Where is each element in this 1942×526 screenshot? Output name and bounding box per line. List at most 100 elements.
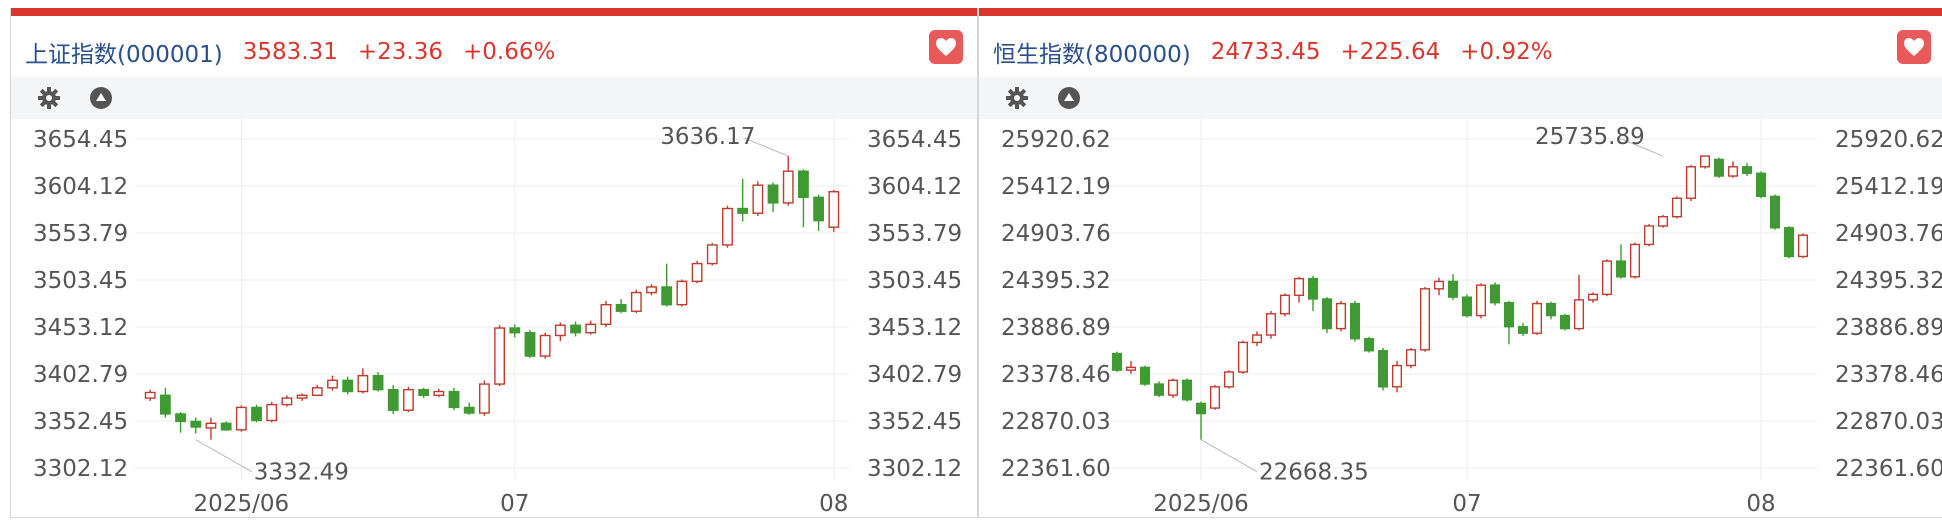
- candle[interactable]: [311, 385, 323, 397]
- candle[interactable]: [1251, 331, 1263, 347]
- candle[interactable]: [1559, 313, 1571, 331]
- candle[interactable]: [266, 401, 278, 423]
- candle[interactable]: [1755, 171, 1767, 199]
- candle[interactable]: [782, 156, 794, 206]
- candle[interactable]: [1587, 292, 1599, 303]
- candle[interactable]: [1265, 310, 1277, 339]
- candle[interactable]: [1223, 370, 1235, 389]
- candle[interactable]: [1349, 300, 1361, 342]
- candle[interactable]: [1517, 323, 1529, 336]
- candle[interactable]: [1125, 360, 1137, 374]
- candle[interactable]: [1391, 360, 1403, 393]
- candle[interactable]: [1447, 274, 1459, 300]
- candle[interactable]: [524, 329, 536, 358]
- candle[interactable]: [1377, 347, 1389, 391]
- candle[interactable]: [646, 284, 657, 296]
- candle[interactable]: [767, 182, 779, 213]
- candle[interactable]: [296, 393, 308, 401]
- candle[interactable]: [1307, 275, 1319, 311]
- candle[interactable]: [1573, 274, 1585, 331]
- candle[interactable]: [1181, 378, 1193, 402]
- candle[interactable]: [1615, 244, 1627, 279]
- candle[interactable]: [220, 421, 232, 431]
- candle[interactable]: [433, 388, 445, 398]
- candle[interactable]: [798, 169, 809, 228]
- candle[interactable]: [1461, 294, 1473, 318]
- candle[interactable]: [387, 385, 399, 414]
- candle[interactable]: [418, 387, 430, 399]
- candle[interactable]: [1419, 286, 1431, 352]
- index-name[interactable]: 上证指数(000001): [25, 35, 223, 69]
- candlestick-chart[interactable]: 3654.45 3654.45 3604.12 3604.12 3553.79 3553.…: [11, 119, 977, 517]
- candle[interactable]: [1475, 283, 1487, 319]
- candle[interactable]: [600, 300, 612, 328]
- candle[interactable]: [1797, 233, 1809, 259]
- candle[interactable]: [509, 324, 521, 338]
- candle[interactable]: [448, 387, 460, 411]
- candle[interactable]: [251, 404, 262, 423]
- candle[interactable]: [1489, 282, 1501, 306]
- candle[interactable]: [327, 375, 338, 391]
- candle[interactable]: [1321, 297, 1333, 334]
- candle[interactable]: [372, 371, 384, 392]
- candle[interactable]: [190, 417, 202, 434]
- candle[interactable]: [737, 178, 749, 222]
- candle[interactable]: [478, 380, 490, 416]
- candle[interactable]: [159, 387, 171, 418]
- candle[interactable]: [585, 320, 597, 335]
- candle[interactable]: [554, 322, 566, 342]
- candle[interactable]: [357, 368, 369, 394]
- candle[interactable]: [706, 243, 718, 266]
- candle[interactable]: [691, 260, 703, 284]
- candle[interactable]: [1167, 378, 1179, 398]
- candle[interactable]: [1643, 224, 1655, 247]
- candle[interactable]: [1363, 336, 1375, 353]
- index-name[interactable]: 恒生指数(800000): [993, 35, 1191, 69]
- candle[interactable]: [1713, 157, 1725, 178]
- candle[interactable]: [1503, 300, 1515, 345]
- candle[interactable]: [1335, 300, 1347, 332]
- candle[interactable]: [463, 402, 475, 415]
- candle[interactable]: [1405, 347, 1417, 369]
- candle[interactable]: [1545, 301, 1557, 320]
- candle[interactable]: [1657, 214, 1669, 228]
- candle[interactable]: [752, 181, 764, 216]
- candle[interactable]: [1279, 293, 1291, 317]
- candle[interactable]: [570, 321, 581, 337]
- candle[interactable]: [1629, 242, 1641, 279]
- candle[interactable]: [1727, 161, 1739, 178]
- candle[interactable]: [1237, 340, 1249, 374]
- candle[interactable]: [722, 205, 733, 248]
- candle[interactable]: [1111, 351, 1123, 373]
- gear-icon[interactable]: [37, 86, 61, 110]
- candlestick-chart[interactable]: 25920.62 25920.62 25412.19 25412.19 24903.76…: [979, 119, 1942, 517]
- candle[interactable]: [403, 386, 414, 413]
- heart-icon[interactable]: [929, 30, 963, 64]
- heart-icon[interactable]: [1897, 30, 1931, 64]
- candle[interactable]: [828, 189, 840, 232]
- candle[interactable]: [1139, 365, 1151, 386]
- candle[interactable]: [661, 263, 673, 307]
- candle[interactable]: [1769, 194, 1781, 230]
- candle[interactable]: [235, 405, 247, 432]
- candle[interactable]: [1783, 225, 1795, 259]
- triangle-up-icon[interactable]: [1057, 86, 1081, 110]
- candle[interactable]: [615, 299, 627, 314]
- candle[interactable]: [813, 194, 825, 231]
- candle[interactable]: [630, 289, 642, 314]
- candle[interactable]: [144, 389, 156, 401]
- triangle-up-icon[interactable]: [89, 86, 113, 110]
- gear-icon[interactable]: [1005, 86, 1029, 110]
- candle[interactable]: [1293, 276, 1305, 303]
- candle[interactable]: [1685, 164, 1697, 201]
- candle[interactable]: [1153, 381, 1165, 397]
- candle[interactable]: [1671, 196, 1683, 219]
- candle[interactable]: [1531, 300, 1543, 336]
- candle[interactable]: [1741, 163, 1753, 177]
- candle[interactable]: [342, 376, 354, 395]
- candle[interactable]: [175, 412, 186, 433]
- candle[interactable]: [1601, 259, 1613, 297]
- candle[interactable]: [539, 332, 551, 359]
- candle[interactable]: [1699, 155, 1711, 169]
- candle[interactable]: [676, 279, 688, 307]
